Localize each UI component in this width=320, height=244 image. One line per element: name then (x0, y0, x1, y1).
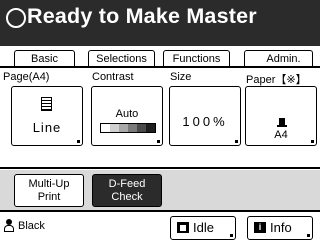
dfeed-check-button[interactable]: D-Feed Check (92, 174, 162, 207)
idle-label: Idle (193, 220, 214, 235)
page-value: Line (32, 120, 62, 135)
dfeed-line2: Check (111, 191, 143, 203)
dfeed-line1: D-Feed (108, 178, 146, 190)
tab-basic[interactable]: Basic (14, 50, 75, 67)
paper-label: Paper【※】 (246, 74, 307, 86)
paper-tray-icon (279, 118, 285, 125)
contrast-level-1 (101, 124, 110, 132)
contrast-value: Auto (115, 108, 139, 120)
contrast-label: Contrast (92, 71, 134, 83)
paper-button[interactable]: A4 (245, 86, 317, 146)
paper-value: A4 (274, 129, 288, 141)
settings-divider (0, 167, 320, 169)
footer-divider (0, 210, 320, 212)
contrast-level-5 (137, 124, 146, 132)
tab-divider (0, 66, 320, 68)
page-icon (41, 97, 52, 111)
page-button[interactable]: Line (11, 86, 83, 146)
status-ring-icon (6, 8, 26, 28)
contrast-level-2 (110, 124, 119, 132)
user-name: Black (18, 219, 45, 232)
tab-admin[interactable]: Admin. (244, 50, 313, 67)
tab-functions[interactable]: Functions (163, 50, 230, 67)
contrast-level-3 (119, 124, 128, 132)
info-button[interactable]: i Info (247, 216, 313, 240)
contrast-button[interactable]: Auto (91, 86, 163, 146)
user-icon (3, 219, 15, 232)
page-label: Page(A4) (3, 71, 50, 83)
status-header: Ready to Make Master (0, 0, 320, 46)
multi-up-line2: Print (37, 191, 61, 203)
idle-button[interactable]: Idle (170, 216, 236, 240)
multi-up-print-button[interactable]: Multi-Up Print (14, 174, 84, 207)
idle-icon (177, 222, 189, 233)
size-label: Size (170, 71, 192, 83)
multi-up-line1: Multi-Up (28, 178, 70, 190)
size-value: 100% (182, 114, 228, 129)
info-label: Info (270, 220, 292, 235)
paper-tray-base-icon (277, 125, 287, 127)
tab-selections[interactable]: Selections (88, 50, 155, 67)
contrast-scale (100, 123, 156, 133)
contrast-level-4 (128, 124, 137, 132)
info-icon: i (254, 222, 266, 233)
status-title: Ready to Make Master (27, 4, 257, 28)
user-indicator: Black (3, 219, 45, 232)
riso-control-panel: Ready to Make Master Basic Selections Fu… (0, 0, 320, 244)
contrast-level-6 (146, 124, 155, 132)
size-button[interactable]: 100% (169, 86, 241, 146)
